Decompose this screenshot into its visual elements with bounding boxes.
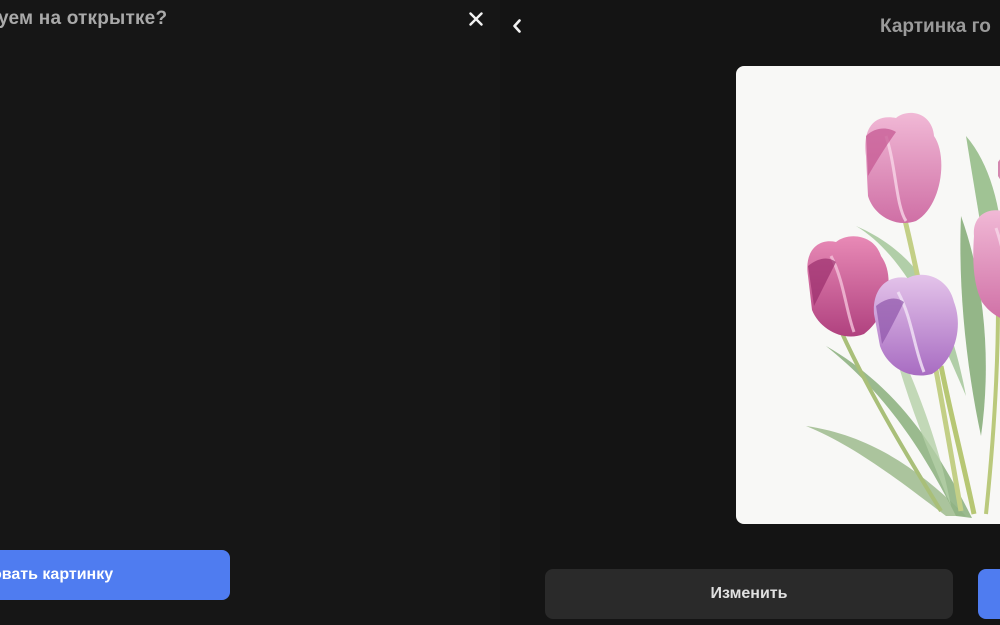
edit-button-label: Изменить bbox=[710, 585, 788, 602]
generate-image-button[interactable]: овать картинку bbox=[0, 550, 230, 600]
left-panel-title: уем на открытке? bbox=[0, 8, 168, 29]
tulips-illustration bbox=[806, 112, 1000, 518]
generate-image-button-label: овать картинку bbox=[0, 566, 114, 583]
left-panel: уем на открытке? овать картинку bbox=[0, 0, 500, 625]
close-icon bbox=[469, 12, 483, 26]
close-button[interactable] bbox=[463, 6, 489, 32]
generated-image bbox=[736, 66, 1000, 524]
chevron-left-icon bbox=[513, 19, 521, 33]
back-button[interactable] bbox=[506, 14, 528, 38]
edit-button[interactable]: Изменить bbox=[545, 569, 953, 619]
primary-action-button[interactable] bbox=[978, 569, 1000, 619]
right-panel-title: Картинка го bbox=[880, 16, 991, 37]
